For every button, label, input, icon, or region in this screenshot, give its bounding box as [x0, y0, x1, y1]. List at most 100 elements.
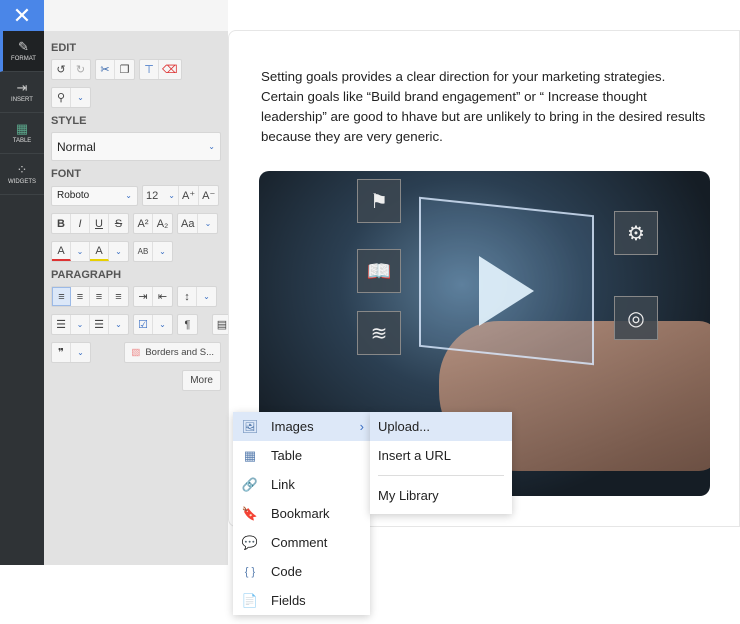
- grow-font-button[interactable]: A⁺: [179, 186, 200, 205]
- sidebar-rail: ✎ FORMAT ⇥ INSERT ▦ TABLE ⁘ WIDGETS: [0, 31, 44, 565]
- document-paragraph[interactable]: Setting goals provides a clear direction…: [261, 67, 706, 147]
- strike-button[interactable]: S: [109, 214, 128, 233]
- align-left-button[interactable]: ≡: [52, 287, 71, 306]
- style-heading: STYLE: [51, 115, 87, 127]
- menu-label: Table: [271, 448, 303, 463]
- edit-heading: EDIT: [51, 42, 77, 54]
- target-icon: ◎: [614, 296, 658, 340]
- table-icon: ▦: [15, 121, 29, 136]
- paste-button[interactable]: ❐: [115, 60, 134, 79]
- close-button[interactable]: ✕: [0, 0, 44, 31]
- bullet-dropdown[interactable]: ⌄: [71, 315, 90, 334]
- bookmark-icon: 🔖: [241, 505, 259, 521]
- image-icon: 🖼: [241, 418, 259, 434]
- indent-button[interactable]: ⇥: [134, 287, 153, 306]
- link-icon: 🔗: [241, 476, 259, 492]
- images-submenu: Upload... Insert a URL My Library: [370, 412, 512, 514]
- menu-item-link[interactable]: 🔗 Link: [233, 470, 370, 499]
- rail-widgets[interactable]: ⁘ WIDGETS: [0, 154, 44, 195]
- align-right-button[interactable]: ≡: [90, 287, 109, 306]
- rail-insert[interactable]: ⇥ INSERT: [0, 72, 44, 113]
- style-select[interactable]: Normal ⌄: [51, 132, 221, 161]
- quote-dropdown[interactable]: ⌄: [71, 343, 90, 362]
- submenu-upload[interactable]: Upload...: [370, 412, 512, 441]
- chevron-right-icon: ›: [359, 419, 364, 434]
- find-button[interactable]: ⚲: [52, 88, 71, 107]
- justify-button[interactable]: ≡: [109, 287, 128, 306]
- rail-label: FORMAT: [11, 56, 36, 62]
- table-icon: ▦: [243, 447, 257, 463]
- align-center-button[interactable]: ≡: [71, 287, 90, 306]
- submenu-insert-url[interactable]: Insert a URL: [370, 441, 512, 470]
- presentation-icon: ⚑: [357, 179, 401, 223]
- font-color-button[interactable]: A: [52, 242, 71, 261]
- line-spacing-dropdown[interactable]: ⌄: [197, 287, 216, 306]
- borders-button[interactable]: ▧ Borders and S...: [125, 343, 220, 362]
- subscript-button[interactable]: A₂: [153, 214, 172, 233]
- brain-icon: ⚙: [614, 211, 658, 255]
- menu-item-images[interactable]: 🖼 Images ›: [233, 412, 370, 441]
- rail-label: INSERT: [11, 97, 33, 103]
- panel-header: [44, 0, 228, 31]
- redo-button[interactable]: ↻: [71, 60, 90, 79]
- code-icon: { }: [244, 565, 256, 578]
- numbered-list-button[interactable]: ☰: [90, 315, 109, 334]
- numbered-dropdown[interactable]: ⌄: [109, 315, 128, 334]
- highlight-button[interactable]: A: [90, 242, 109, 261]
- format-panel: EDIT ↺ ↻ ✂ ❐ ⊤ ⌫ ⚲ ⌄ STYLE Normal ⌄ FONT Robo…: [44, 31, 252, 565]
- case-button[interactable]: Aa: [178, 214, 199, 233]
- cut-button[interactable]: ✂: [96, 60, 115, 79]
- underline-button[interactable]: U: [90, 214, 109, 233]
- widgets-icon: ⁘: [16, 162, 28, 177]
- clear-format-button[interactable]: ⌫: [159, 60, 181, 79]
- format-painter-button[interactable]: ⊤: [140, 60, 159, 79]
- bullet-list-button[interactable]: ☰: [52, 315, 71, 334]
- menu-item-code[interactable]: { } Code: [233, 557, 370, 586]
- italic-button[interactable]: I: [71, 214, 90, 233]
- superscript-button[interactable]: A²: [134, 214, 153, 233]
- fields-icon: 📄: [241, 592, 259, 608]
- insert-menu: 🖼 Images › ▦ Table 🔗 Link 🔖 Bookmark 💬 Comment…: [233, 412, 370, 615]
- spacing-button[interactable]: AB: [134, 242, 153, 261]
- size-select[interactable]: 12 ⌄: [143, 186, 179, 205]
- highlight-dropdown[interactable]: ⌄: [109, 242, 128, 261]
- menu-item-fields[interactable]: 📄 Fields: [233, 586, 370, 615]
- font-select[interactable]: Roboto ⌄: [51, 185, 138, 206]
- case-dropdown[interactable]: ⌄: [198, 214, 217, 233]
- borders-icon: ▧: [131, 347, 141, 358]
- menu-item-table[interactable]: ▦ Table: [233, 441, 370, 470]
- rail-format[interactable]: ✎ FORMAT: [0, 31, 44, 72]
- font-heading: FONT: [51, 168, 81, 180]
- format-icon: ✎: [18, 39, 29, 54]
- comment-icon: 💬: [241, 534, 259, 550]
- insert-icon: ⇥: [16, 80, 28, 95]
- font-color-dropdown[interactable]: ⌄: [71, 242, 90, 261]
- find-dropdown[interactable]: ⌄: [71, 88, 90, 107]
- menu-label: Link: [271, 477, 295, 492]
- more-button[interactable]: More: [183, 371, 220, 390]
- menu-label: Bookmark: [271, 506, 330, 521]
- divider: [378, 475, 504, 476]
- checklist-button[interactable]: ☑: [134, 315, 153, 334]
- dna-icon: ≋: [357, 311, 401, 355]
- pilcrow-button[interactable]: ¶: [178, 315, 197, 334]
- book-icon: 📖: [357, 249, 401, 293]
- rail-label: TABLE: [12, 138, 32, 144]
- line-spacing-button[interactable]: ↕: [178, 287, 197, 306]
- outdent-button[interactable]: ⇤: [153, 287, 172, 306]
- undo-button[interactable]: ↺: [52, 60, 71, 79]
- menu-item-bookmark[interactable]: 🔖 Bookmark: [233, 499, 370, 528]
- paragraph-heading: PARAGRAPH: [51, 269, 122, 281]
- spacing-dropdown[interactable]: ⌄: [153, 242, 172, 261]
- borders-label: Borders and S...: [145, 347, 214, 358]
- menu-label: Images: [271, 419, 314, 434]
- menu-label: Fields: [271, 593, 306, 608]
- bold-button[interactable]: B: [52, 214, 71, 233]
- rail-table[interactable]: ▦ TABLE: [0, 113, 44, 154]
- menu-item-comment[interactable]: 💬 Comment: [233, 528, 370, 557]
- menu-label: Code: [271, 564, 303, 579]
- shrink-font-button[interactable]: A⁻: [199, 186, 218, 205]
- checklist-dropdown[interactable]: ⌄: [153, 315, 172, 334]
- quote-button[interactable]: ❞: [52, 343, 71, 362]
- submenu-my-library[interactable]: My Library: [370, 481, 512, 510]
